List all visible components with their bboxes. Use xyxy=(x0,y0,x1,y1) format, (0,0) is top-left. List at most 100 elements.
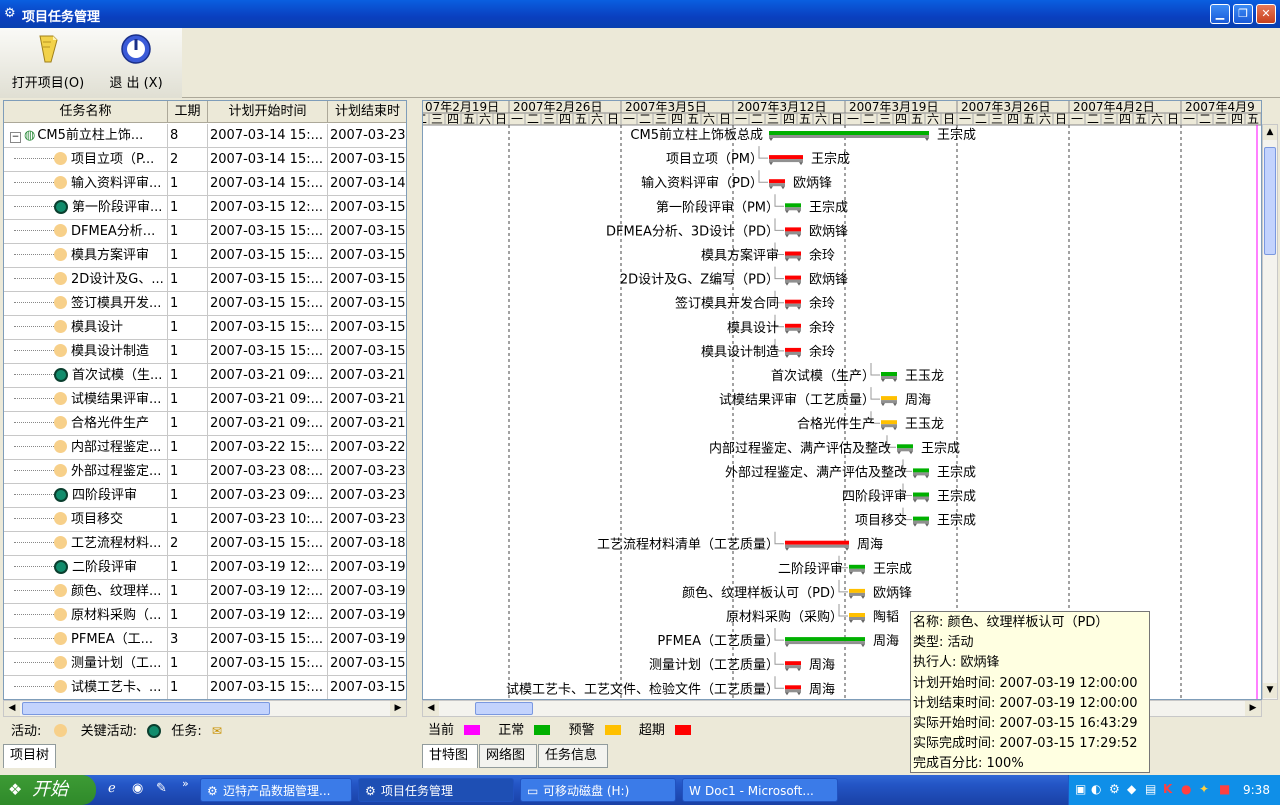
tray-icon-2[interactable]: ◐ xyxy=(1091,782,1101,796)
task-name-cell[interactable]: 2D设计及G、... xyxy=(4,268,168,291)
task-name-cell[interactable]: 工艺流程材料... xyxy=(4,532,168,555)
tab-gantt[interactable]: 甘特图 xyxy=(422,744,478,768)
gantt-vertical-scrollbar[interactable]: ▲ ▼ xyxy=(1262,124,1278,700)
media-player-icon[interactable]: ◉ xyxy=(132,781,143,796)
taskbar-item-removable-disk[interactable]: ▭ 可移动磁盘 (H:) xyxy=(520,778,676,802)
table-row[interactable]: 二阶段评审 1 2007-03-19 12:... 2007-03-19 xyxy=(4,556,406,580)
table-row[interactable]: PFMEA（工... 3 2007-03-15 15:... 2007-03-19 xyxy=(4,628,406,652)
minimize-button[interactable]: ▁ xyxy=(1210,4,1230,24)
tab-task-info[interactable]: 任务信息 xyxy=(538,744,608,768)
scroll-right-icon[interactable]: ▶ xyxy=(390,701,406,716)
task-name: 试模结果评审... xyxy=(71,392,162,407)
task-name-cell[interactable]: 项目移交 xyxy=(4,508,168,531)
tab-network[interactable]: 网络图 xyxy=(479,744,537,768)
task-name-cell[interactable]: − ◍ CM5前立柱上饰... xyxy=(4,124,168,147)
open-project-button[interactable]: 打开项目(O) xyxy=(6,32,90,91)
taskbar-item-word-doc[interactable]: W Doc1 - Microsoft... xyxy=(682,778,838,802)
tray-icon-5[interactable]: ▤ xyxy=(1145,782,1156,796)
table-row[interactable]: 试模结果评审... 1 2007-03-21 09:... 2007-03-21 xyxy=(4,388,406,412)
task-name-cell[interactable]: 模具方案评审 xyxy=(4,244,168,267)
task-name-cell[interactable]: 合格光件生产 xyxy=(4,412,168,435)
column-header-name[interactable]: 任务名称 xyxy=(4,101,168,123)
table-row[interactable]: 第一阶段评审... 1 2007-03-15 12:... 2007-03-15 xyxy=(4,196,406,220)
ie-icon[interactable]: ℯ xyxy=(108,781,116,796)
table-row[interactable]: 外部过程鉴定... 1 2007-03-23 08:... 2007-03-23 xyxy=(4,460,406,484)
table-row[interactable]: 工艺流程材料... 2 2007-03-15 15:... 2007-03-18 xyxy=(4,532,406,556)
task-name-cell[interactable]: 测量计划（工... xyxy=(4,652,168,675)
tray-icon-9[interactable]: ■ xyxy=(1219,782,1230,796)
exit-button[interactable]: 退 出 (X) xyxy=(96,32,176,91)
task-name-cell[interactable]: 内部过程鉴定... xyxy=(4,436,168,459)
table-row[interactable]: 测量计划（工... 1 2007-03-15 15:... 2007-03-15 xyxy=(4,652,406,676)
table-row[interactable]: 四阶段评审 1 2007-03-23 09:... 2007-03-23 xyxy=(4,484,406,508)
task-name-cell[interactable]: 四阶段评审 xyxy=(4,484,168,507)
table-row[interactable]: 2D设计及G、... 1 2007-03-15 15:... 2007-03-15 xyxy=(4,268,406,292)
gantt-scroll-right-icon[interactable]: ▶ xyxy=(1245,701,1261,716)
gantt-scroll-thumb[interactable] xyxy=(475,702,533,715)
tray-icon-6[interactable]: K xyxy=(1163,782,1172,796)
tree-horizontal-scrollbar[interactable]: ◀ ▶ xyxy=(3,700,407,717)
tooltip-plan-end: 计划结束时间: 2007-03-19 12:00:00 xyxy=(913,695,1138,711)
table-row[interactable]: 合格光件生产 1 2007-03-21 09:... 2007-03-21 xyxy=(4,412,406,436)
table-row[interactable]: 模具设计 1 2007-03-15 15:... 2007-03-15 xyxy=(4,316,406,340)
scroll-thumb[interactable] xyxy=(22,702,270,715)
task-bar xyxy=(785,661,801,666)
cell-end: 2007-03-18 xyxy=(328,532,406,555)
collapse-icon[interactable]: − xyxy=(10,132,21,143)
quicklaunch-more-icon[interactable]: » xyxy=(182,777,189,790)
table-row[interactable]: 项目立项（P... 2 2007-03-14 15:... 2007-03-15 xyxy=(4,148,406,172)
scroll-up-icon[interactable]: ▲ xyxy=(1263,125,1277,140)
taskbar-item-pdm[interactable]: ⚙ 迈特产品数据管理... xyxy=(200,778,352,802)
start-button[interactable]: ❖ 开始 xyxy=(0,775,96,805)
table-row[interactable]: 首次试模（生... 1 2007-03-21 09:... 2007-03-21 xyxy=(4,364,406,388)
task-name-cell[interactable]: 第一阶段评审... xyxy=(4,196,168,219)
task-name-cell[interactable]: 模具设计 xyxy=(4,316,168,339)
tab-project-tree[interactable]: 项目树 xyxy=(3,744,57,768)
task-name-cell[interactable]: 模具设计制造 xyxy=(4,340,168,363)
taskbar-item-task-manager[interactable]: ⚙ 项目任务管理 xyxy=(358,778,514,802)
tray-icon-4[interactable]: ◆ xyxy=(1127,782,1136,796)
tray-icon-3[interactable]: ⚙ xyxy=(1109,782,1120,796)
task-name-cell[interactable]: 原材料采购（... xyxy=(4,604,168,627)
table-row[interactable]: 项目移交 1 2007-03-23 10:... 2007-03-23 xyxy=(4,508,406,532)
table-row[interactable]: DFMEA分析... 1 2007-03-15 15:... 2007-03-15 xyxy=(4,220,406,244)
table-row[interactable]: 模具方案评审 1 2007-03-15 15:... 2007-03-15 xyxy=(4,244,406,268)
day-label: 三 xyxy=(991,112,1003,126)
task-name-cell[interactable]: 试模工艺卡、... xyxy=(4,676,168,699)
table-row[interactable]: 模具设计制造 1 2007-03-15 15:... 2007-03-15 xyxy=(4,340,406,364)
task-name-cell[interactable]: 项目立项（P... xyxy=(4,148,168,171)
task-name-cell[interactable]: 外部过程鉴定... xyxy=(4,460,168,483)
table-row[interactable]: 输入资料评审... 1 2007-03-14 15:... 2007-03-14 xyxy=(4,172,406,196)
table-row[interactable]: 原材料采购（... 1 2007-03-19 12:... 2007-03-19 xyxy=(4,604,406,628)
task-name-cell[interactable]: DFMEA分析... xyxy=(4,220,168,243)
close-button[interactable]: ✕ xyxy=(1256,4,1276,24)
task-name-cell[interactable]: 颜色、纹理样... xyxy=(4,580,168,603)
scroll-left-icon[interactable]: ◀ xyxy=(4,701,20,716)
task-label: 原材料采购（采购） xyxy=(726,609,843,625)
tray-icon-7[interactable]: ● xyxy=(1181,782,1191,796)
restore-button[interactable]: ❐ xyxy=(1233,4,1253,24)
vscroll-thumb[interactable] xyxy=(1264,147,1276,255)
gantt-scroll-left-icon[interactable]: ◀ xyxy=(423,701,439,716)
tray-icon-8[interactable]: ✦ xyxy=(1199,782,1209,796)
task-name-cell[interactable]: PFMEA（工... xyxy=(4,628,168,651)
table-row[interactable]: − ◍ CM5前立柱上饰... 8 2007-03-14 15:... 2007-03-2… xyxy=(4,124,406,148)
quicklaunch-icon[interactable]: ✎ xyxy=(156,781,167,796)
task-name-cell[interactable]: 签订模具开发... xyxy=(4,292,168,315)
column-header-end[interactable]: 计划结束时 xyxy=(328,101,406,123)
cell-dur: 1 xyxy=(168,484,208,507)
tray-icon-1[interactable]: ▣ xyxy=(1075,782,1086,796)
bar-end-marker xyxy=(769,186,773,190)
cell-start: 2007-03-14 15:... xyxy=(208,148,328,171)
table-row[interactable]: 内部过程鉴定... 1 2007-03-22 15:... 2007-03-22 xyxy=(4,436,406,460)
task-name-cell[interactable]: 二阶段评审 xyxy=(4,556,168,579)
table-row[interactable]: 试模工艺卡、... 1 2007-03-15 15:... 2007-03-15 xyxy=(4,676,406,699)
column-header-duration[interactable]: 工期 xyxy=(168,101,208,123)
table-row[interactable]: 签订模具开发... 1 2007-03-15 15:... 2007-03-15 xyxy=(4,292,406,316)
table-row[interactable]: 颜色、纹理样... 1 2007-03-19 12:... 2007-03-19 xyxy=(4,580,406,604)
column-header-start[interactable]: 计划开始时间 xyxy=(208,101,328,123)
scroll-down-icon[interactable]: ▼ xyxy=(1263,683,1277,698)
task-name-cell[interactable]: 试模结果评审... xyxy=(4,388,168,411)
task-name-cell[interactable]: 首次试模（生... xyxy=(4,364,168,387)
task-name-cell[interactable]: 输入资料评审... xyxy=(4,172,168,195)
